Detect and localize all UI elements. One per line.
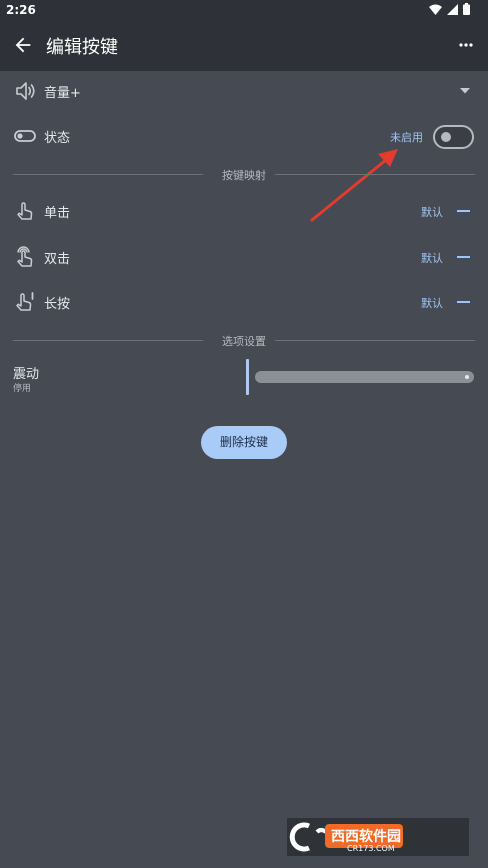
key-name: 音量+ bbox=[44, 86, 81, 101]
vibration-row: 震动 停用 bbox=[0, 358, 488, 398]
wifi-icon bbox=[429, 4, 442, 15]
section-title-mapping: 按键映射 bbox=[222, 169, 266, 182]
signal-icon bbox=[447, 3, 458, 15]
slider-end-dot bbox=[465, 375, 469, 379]
single-tap-value: 默认 bbox=[421, 206, 443, 219]
single-tap-remove-icon[interactable] bbox=[457, 210, 470, 212]
mapping-row-double-tap[interactable]: 双击 默认 bbox=[0, 235, 488, 279]
slider-track bbox=[255, 371, 474, 383]
vibration-label: 震动 bbox=[13, 367, 40, 382]
state-status: 未启用 bbox=[390, 131, 423, 144]
divider-line-right bbox=[275, 340, 475, 341]
double-tap-value: 默认 bbox=[421, 252, 443, 265]
long-press-value: 默认 bbox=[421, 297, 443, 310]
long-press-remove-icon[interactable] bbox=[457, 301, 470, 303]
section-title-options: 选项设置 bbox=[222, 335, 266, 348]
state-row: 状态 未启用 bbox=[0, 114, 488, 158]
section-divider-mapping: 按键映射 bbox=[13, 167, 475, 182]
watermark-text: 西西软件园 bbox=[331, 829, 401, 845]
double-tap-label: 双击 bbox=[44, 252, 71, 267]
switch-knob bbox=[441, 132, 451, 142]
vibration-sub: 停用 bbox=[13, 384, 32, 394]
long-press-icon bbox=[16, 292, 34, 311]
key-select-row[interactable]: 音量+ bbox=[0, 69, 488, 113]
status-bar: 2:26 bbox=[0, 0, 488, 20]
mapping-row-single-tap[interactable]: 单击 默认 bbox=[0, 189, 488, 233]
toggle-icon bbox=[14, 130, 36, 142]
single-tap-icon bbox=[17, 202, 33, 220]
double-tap-remove-icon[interactable] bbox=[457, 256, 470, 258]
long-press-label: 长按 bbox=[44, 297, 71, 312]
double-tap-icon bbox=[17, 246, 33, 267]
vibration-slider[interactable] bbox=[246, 358, 474, 396]
watermark-logo: 西西软件园 CR173.COM bbox=[287, 818, 469, 856]
slider-thumb[interactable] bbox=[246, 359, 249, 395]
divider-line-right bbox=[275, 174, 475, 175]
status-time: 2:26 bbox=[6, 3, 36, 17]
volume-icon bbox=[16, 82, 35, 100]
section-divider-options: 选项设置 bbox=[13, 333, 475, 348]
back-arrow-icon[interactable] bbox=[12, 34, 34, 56]
mapping-row-long-press[interactable]: 长按 默认 bbox=[0, 280, 488, 324]
delete-key-button[interactable]: 删除按键 bbox=[201, 426, 287, 459]
app-bar: 编辑按键 bbox=[0, 20, 488, 71]
more-vert-icon[interactable] bbox=[458, 36, 474, 54]
system-icons bbox=[429, 3, 470, 15]
battery-icon bbox=[463, 3, 470, 15]
enable-switch[interactable] bbox=[433, 125, 474, 149]
single-tap-label: 单击 bbox=[44, 206, 71, 221]
page-title: 编辑按键 bbox=[46, 37, 118, 58]
state-label: 状态 bbox=[44, 131, 71, 146]
watermark-subtext: CR173.COM bbox=[347, 844, 395, 853]
dropdown-arrow-icon[interactable] bbox=[460, 88, 470, 94]
